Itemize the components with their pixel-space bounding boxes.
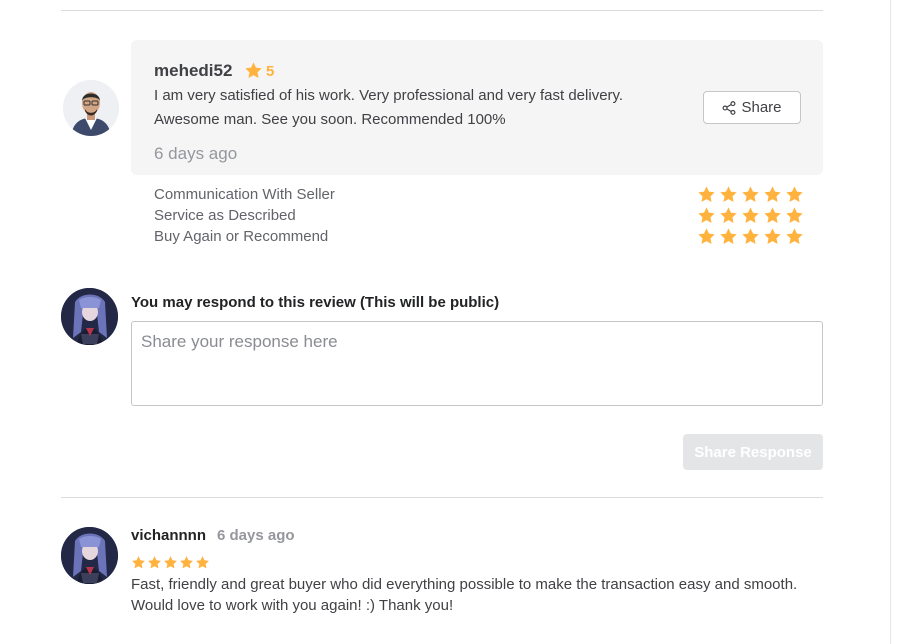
anime-character-avatar-icon bbox=[61, 288, 118, 345]
share-button[interactable]: Share bbox=[703, 91, 801, 124]
star-icon bbox=[132, 556, 145, 569]
share-label: Share bbox=[741, 99, 782, 116]
star-icon bbox=[764, 186, 781, 202]
breakdown-label: Communication With Seller bbox=[154, 186, 335, 203]
responder-avatar bbox=[61, 288, 118, 345]
reviewer-name[interactable]: mehedi52 bbox=[154, 61, 232, 81]
review-timestamp: 6 days ago bbox=[154, 144, 238, 163]
star-icon bbox=[764, 207, 781, 223]
star-rating bbox=[697, 227, 804, 248]
star-icon bbox=[720, 207, 737, 223]
rating-value: 5 bbox=[266, 63, 275, 80]
star-icon bbox=[786, 207, 803, 223]
buyer-avatar bbox=[61, 527, 118, 584]
buyer-review-text: Fast, friendly and great buyer who did e… bbox=[131, 576, 798, 614]
star-icon bbox=[742, 207, 759, 223]
star-icon bbox=[180, 556, 193, 569]
buyer-review-timestamp: 6 days ago bbox=[217, 527, 295, 544]
star-icon bbox=[764, 228, 781, 244]
star-rating bbox=[697, 206, 804, 227]
breakdown-label: Buy Again or Recommend bbox=[154, 228, 329, 245]
star-icon bbox=[720, 228, 737, 244]
star-icon bbox=[786, 186, 803, 202]
star-icon bbox=[742, 228, 759, 244]
star-icon bbox=[148, 556, 161, 569]
user-photo-avatar-icon bbox=[63, 80, 119, 136]
share-icon bbox=[723, 100, 736, 115]
star-rating bbox=[131, 555, 210, 570]
right-divider bbox=[890, 0, 891, 644]
star-icon bbox=[786, 228, 803, 244]
star-icon bbox=[698, 186, 715, 202]
share-response-button[interactable]: Share Response bbox=[683, 434, 823, 470]
star-icon bbox=[742, 186, 759, 202]
anime-character-avatar-icon bbox=[61, 527, 118, 584]
rating-breakdown: Communication With Seller Service as Des… bbox=[154, 185, 335, 248]
star-icon bbox=[698, 228, 715, 244]
respond-label: You may respond to this review (This wil… bbox=[131, 294, 500, 311]
star-icon bbox=[720, 186, 737, 202]
response-input[interactable] bbox=[131, 321, 823, 406]
section-divider bbox=[61, 497, 823, 498]
top-divider bbox=[61, 10, 823, 11]
star-icon bbox=[245, 62, 262, 78]
reviewer-avatar bbox=[63, 80, 119, 136]
breakdown-label: Service as Described bbox=[154, 207, 296, 224]
buyer-name[interactable]: vichannnn bbox=[131, 527, 206, 544]
star-icon bbox=[196, 556, 209, 569]
star-icon bbox=[698, 207, 715, 223]
review-card: mehedi52 5 I am very satisfied of his wo… bbox=[131, 40, 823, 175]
review-text: I am very satisfied of his work. Very pr… bbox=[154, 87, 624, 128]
star-icon bbox=[164, 556, 177, 569]
star-rating bbox=[697, 185, 804, 206]
rating-breakdown-stars bbox=[697, 185, 804, 248]
